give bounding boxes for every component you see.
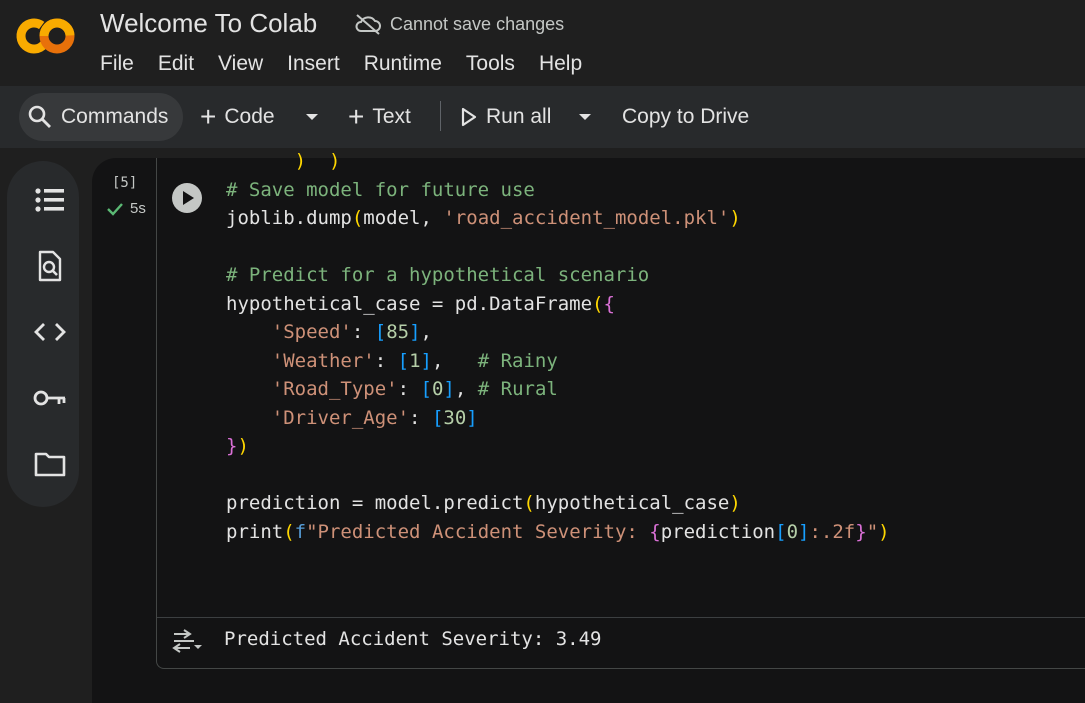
find-replace-icon[interactable] [31, 249, 69, 283]
cloud-off-icon [355, 14, 381, 35]
side-rail [7, 161, 79, 507]
code-editor[interactable]: ) ) # Save model for future use joblib.d… [226, 147, 890, 546]
play-icon [461, 107, 477, 127]
copy-to-drive-button[interactable]: Copy to Drive [622, 86, 749, 148]
code-line-13: print(f"Predicted Accident Severity: {pr… [226, 520, 890, 543]
output-actions-button[interactable] [172, 628, 202, 654]
notebook-title[interactable]: Welcome To Colab [100, 8, 317, 39]
caret-down-icon [306, 114, 318, 120]
run-all-button[interactable]: Run all [460, 86, 551, 148]
add-code-label: Code [224, 105, 275, 128]
add-text-label: Text [372, 105, 411, 128]
code-line-6: 'Speed': [85], [271, 321, 432, 343]
code-line-8: 'Road_Type': [0], # Rural [271, 378, 558, 400]
search-icon [28, 105, 51, 128]
code-line-9: 'Driver_Age': [30] [271, 406, 478, 429]
output-divider [157, 617, 1085, 618]
code-line-5: hypothetical_case = pd.DataFrame({ [226, 292, 615, 315]
secrets-key-icon[interactable] [31, 381, 69, 415]
save-status[interactable]: Cannot save changes [354, 12, 564, 36]
run-all-label: Run all [486, 105, 552, 128]
execution-count: [5] [112, 175, 138, 191]
code-line-10: }) [226, 435, 249, 457]
code-line-7: 'Weather': [1], # Rainy [271, 349, 558, 372]
colab-logo[interactable] [14, 16, 76, 56]
code-line-2: joblib.dump(model, 'road_accident_model.… [226, 207, 741, 229]
run-cell-button[interactable] [172, 183, 202, 213]
menu-runtime[interactable]: Runtime [352, 52, 454, 76]
copy-to-drive-label: Copy to Drive [622, 105, 750, 128]
caret-down-icon [579, 114, 591, 120]
menu-view[interactable]: View [206, 52, 275, 76]
execution-status: 5s [106, 200, 146, 217]
add-text-button[interactable]: + Text [348, 86, 411, 148]
output-expand-icon [172, 629, 202, 653]
table-of-contents-icon[interactable] [31, 183, 69, 217]
play-icon [183, 191, 194, 205]
code-snippets-icon[interactable] [31, 315, 69, 349]
cell-output: Predicted Accident Severity: 3.49 [224, 628, 602, 650]
menu-insert[interactable]: Insert [275, 52, 352, 76]
files-folder-icon[interactable] [31, 447, 69, 481]
toolbar-divider [440, 101, 441, 131]
menu-bar: File Edit View Insert Runtime Tools Help [100, 52, 594, 76]
save-status-text: Cannot save changes [390, 13, 565, 34]
code-line-12: prediction = model.predict(hypothetical_… [226, 492, 741, 514]
menu-file[interactable]: File [100, 52, 146, 76]
checkmark-icon [107, 202, 123, 216]
execution-time: 5s [130, 200, 146, 217]
commands-label: Commands [61, 105, 169, 128]
plus-icon: + [348, 101, 365, 132]
run-all-dropdown[interactable] [578, 86, 592, 148]
add-code-dropdown[interactable] [305, 86, 319, 148]
menu-help[interactable]: Help [527, 52, 594, 76]
menu-tools[interactable]: Tools [454, 52, 527, 76]
code-line-1: # Save model for future use [226, 178, 535, 201]
add-code-button[interactable]: + Code [200, 86, 275, 148]
code-line-4: # Predict for a hypothetical scenario [226, 264, 650, 286]
menu-edit[interactable]: Edit [146, 52, 206, 76]
colab-logo-icon [16, 18, 75, 54]
commands-button[interactable]: Commands [27, 86, 168, 148]
plus-icon: + [200, 101, 217, 132]
